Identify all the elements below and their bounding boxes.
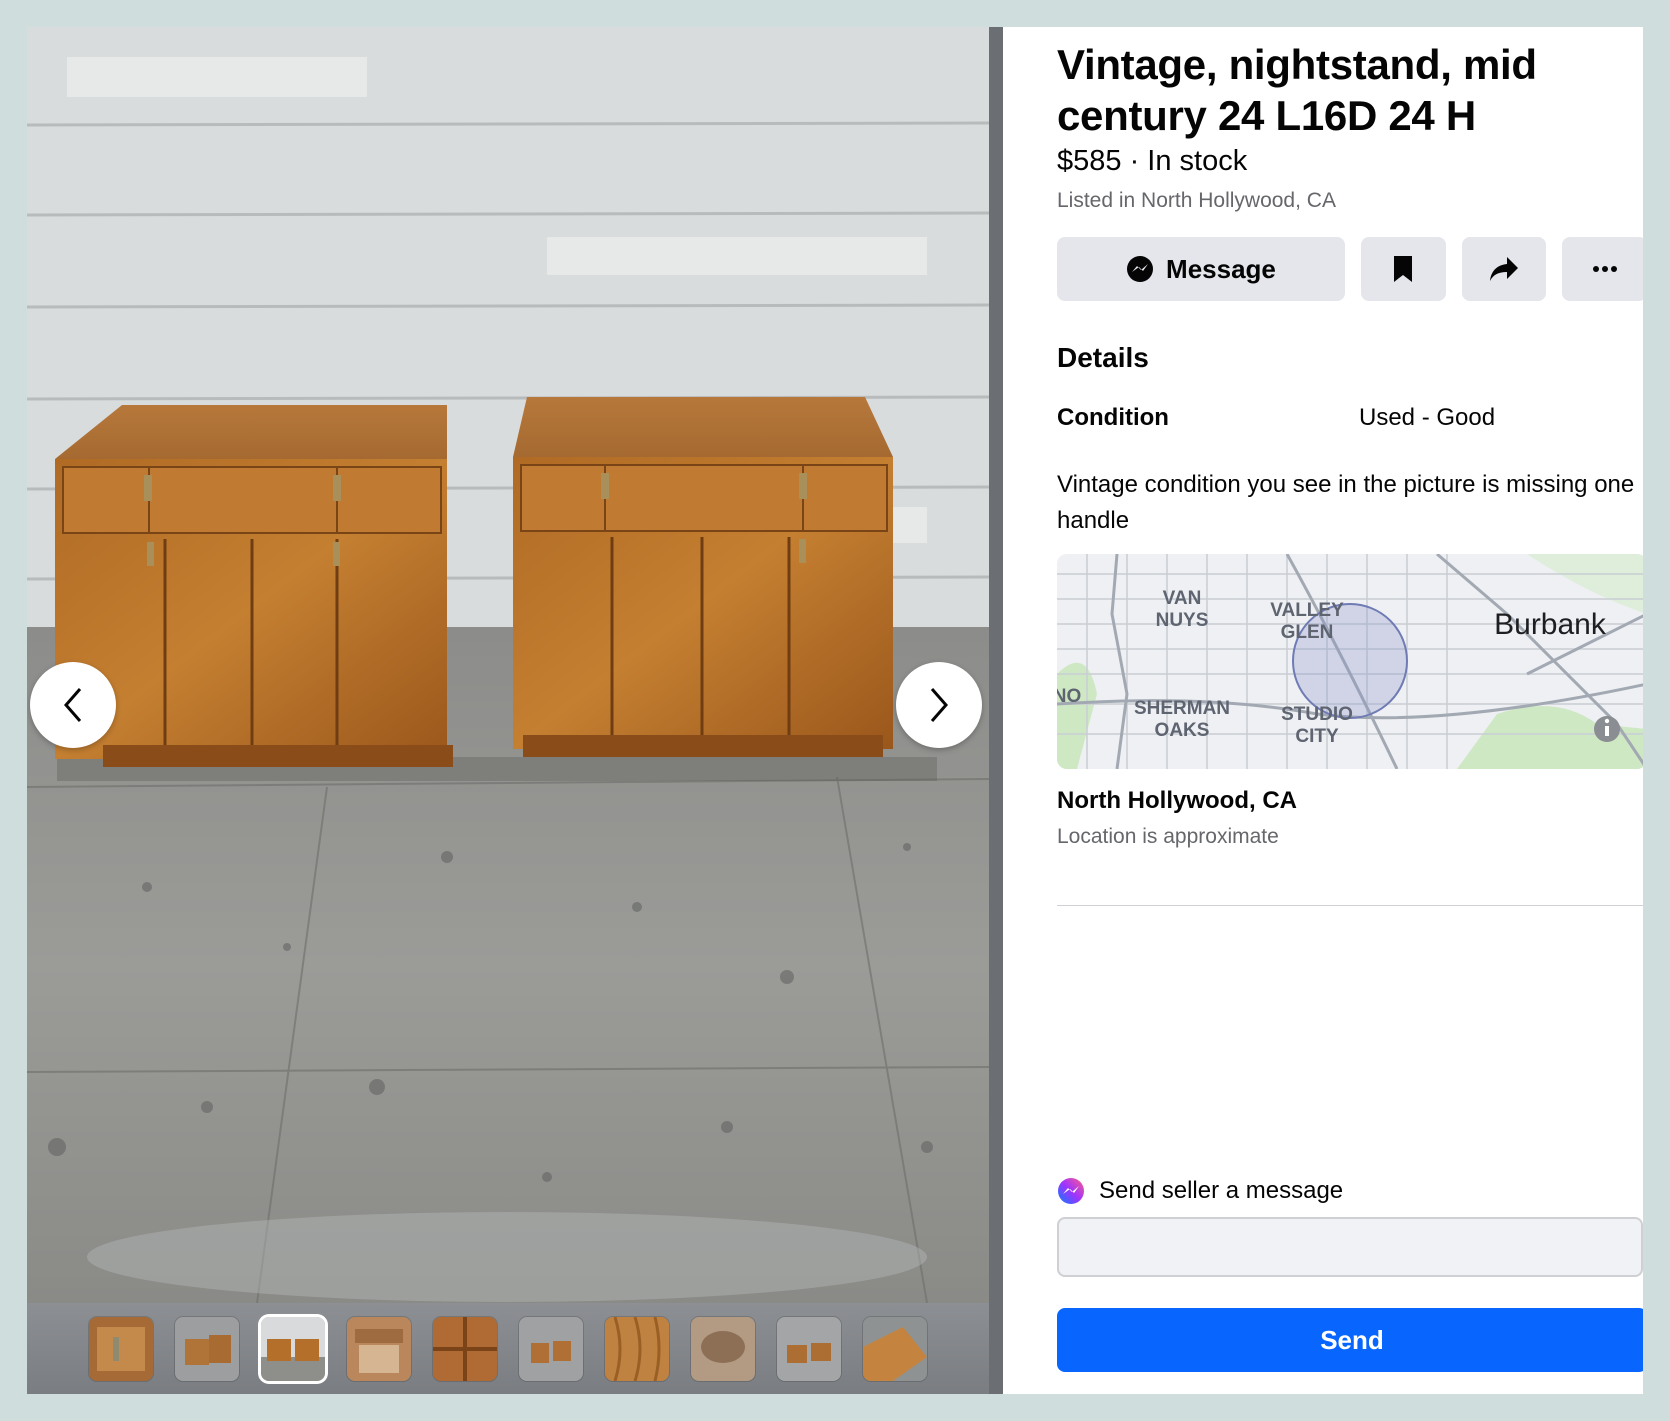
messenger-icon bbox=[1127, 256, 1154, 282]
map-label: NO bbox=[1057, 686, 1081, 707]
map-label: Burbank bbox=[1494, 608, 1607, 641]
condition-value: Used - Good bbox=[1359, 404, 1496, 431]
item-description: Vintage condition you see in the picture… bbox=[1057, 471, 1635, 534]
map-label: OAKS bbox=[1155, 720, 1210, 741]
listing-photo bbox=[27, 27, 989, 1303]
more-options-button[interactable] bbox=[1562, 237, 1643, 301]
map-label: NUYS bbox=[1156, 610, 1209, 631]
section-divider bbox=[1057, 905, 1643, 906]
thumbnail[interactable] bbox=[777, 1316, 841, 1381]
save-button[interactable] bbox=[1360, 237, 1446, 301]
chevron-right-icon bbox=[930, 688, 948, 722]
thumbnail[interactable] bbox=[605, 1316, 669, 1381]
thumbnail[interactable] bbox=[175, 1316, 239, 1381]
thumbnail[interactable] bbox=[519, 1316, 583, 1381]
thumbnail-active[interactable] bbox=[261, 1316, 325, 1381]
thumbnail[interactable] bbox=[347, 1316, 411, 1381]
share-arrow-icon bbox=[1489, 257, 1518, 281]
previous-photo-button[interactable] bbox=[30, 662, 116, 748]
more-dots-icon bbox=[1592, 266, 1617, 272]
map-label: GLEN bbox=[1281, 622, 1334, 643]
details-heading: Details bbox=[1057, 342, 1149, 373]
send-message-label: Send seller a message bbox=[1099, 1177, 1344, 1204]
thumbnail-strip bbox=[27, 1303, 989, 1394]
map-label: CITY bbox=[1295, 726, 1339, 747]
map-label: VAN bbox=[1163, 588, 1202, 609]
map-label: STUDIO bbox=[1281, 704, 1353, 725]
listed-location[interactable]: Listed in North Hollywood, CA bbox=[1057, 187, 1643, 215]
location-approx-note: Location is approximate bbox=[1057, 825, 1279, 848]
right-cabinet bbox=[513, 397, 893, 757]
send-message-header: Send seller a message bbox=[1057, 1175, 1643, 1207]
listing-title: Vintage, nightstand, mid century 24 L16D… bbox=[1057, 41, 1537, 139]
map-label: SHERMAN bbox=[1134, 698, 1230, 719]
messenger-icon bbox=[1058, 1178, 1084, 1204]
photo-viewer bbox=[27, 27, 1003, 1394]
bookmark-icon bbox=[1394, 256, 1413, 282]
send-button[interactable]: Send bbox=[1057, 1308, 1643, 1372]
thumbnail[interactable] bbox=[433, 1316, 497, 1381]
listing-frame: Vintage, nightstand, mid century 24 L16D… bbox=[27, 27, 1643, 1394]
price-stock-line: $585 · In stock bbox=[1057, 145, 1248, 177]
thumbnail[interactable] bbox=[691, 1316, 755, 1381]
info-icon[interactable] bbox=[1594, 716, 1620, 742]
thumbnail[interactable] bbox=[89, 1316, 153, 1381]
thumbnail[interactable] bbox=[863, 1316, 927, 1381]
message-button[interactable]: Message bbox=[1057, 237, 1345, 301]
next-photo-button[interactable] bbox=[896, 662, 982, 748]
share-button[interactable] bbox=[1461, 237, 1547, 301]
location-name: North Hollywood, CA bbox=[1057, 787, 1297, 814]
message-input[interactable] bbox=[1057, 1217, 1643, 1277]
chevron-left-icon bbox=[64, 688, 82, 722]
action-bar: Message bbox=[1057, 237, 1643, 303]
location-map[interactable]: VAN NUYS VALLEY GLEN SHERMAN OAKS STUDIO… bbox=[1057, 554, 1643, 769]
listing-details-panel: Vintage, nightstand, mid century 24 L16D… bbox=[1003, 27, 1643, 1394]
scrollbar[interactable] bbox=[989, 27, 1003, 1394]
message-button-label: Message bbox=[1166, 253, 1276, 284]
map-label: VALLEY bbox=[1270, 600, 1344, 621]
